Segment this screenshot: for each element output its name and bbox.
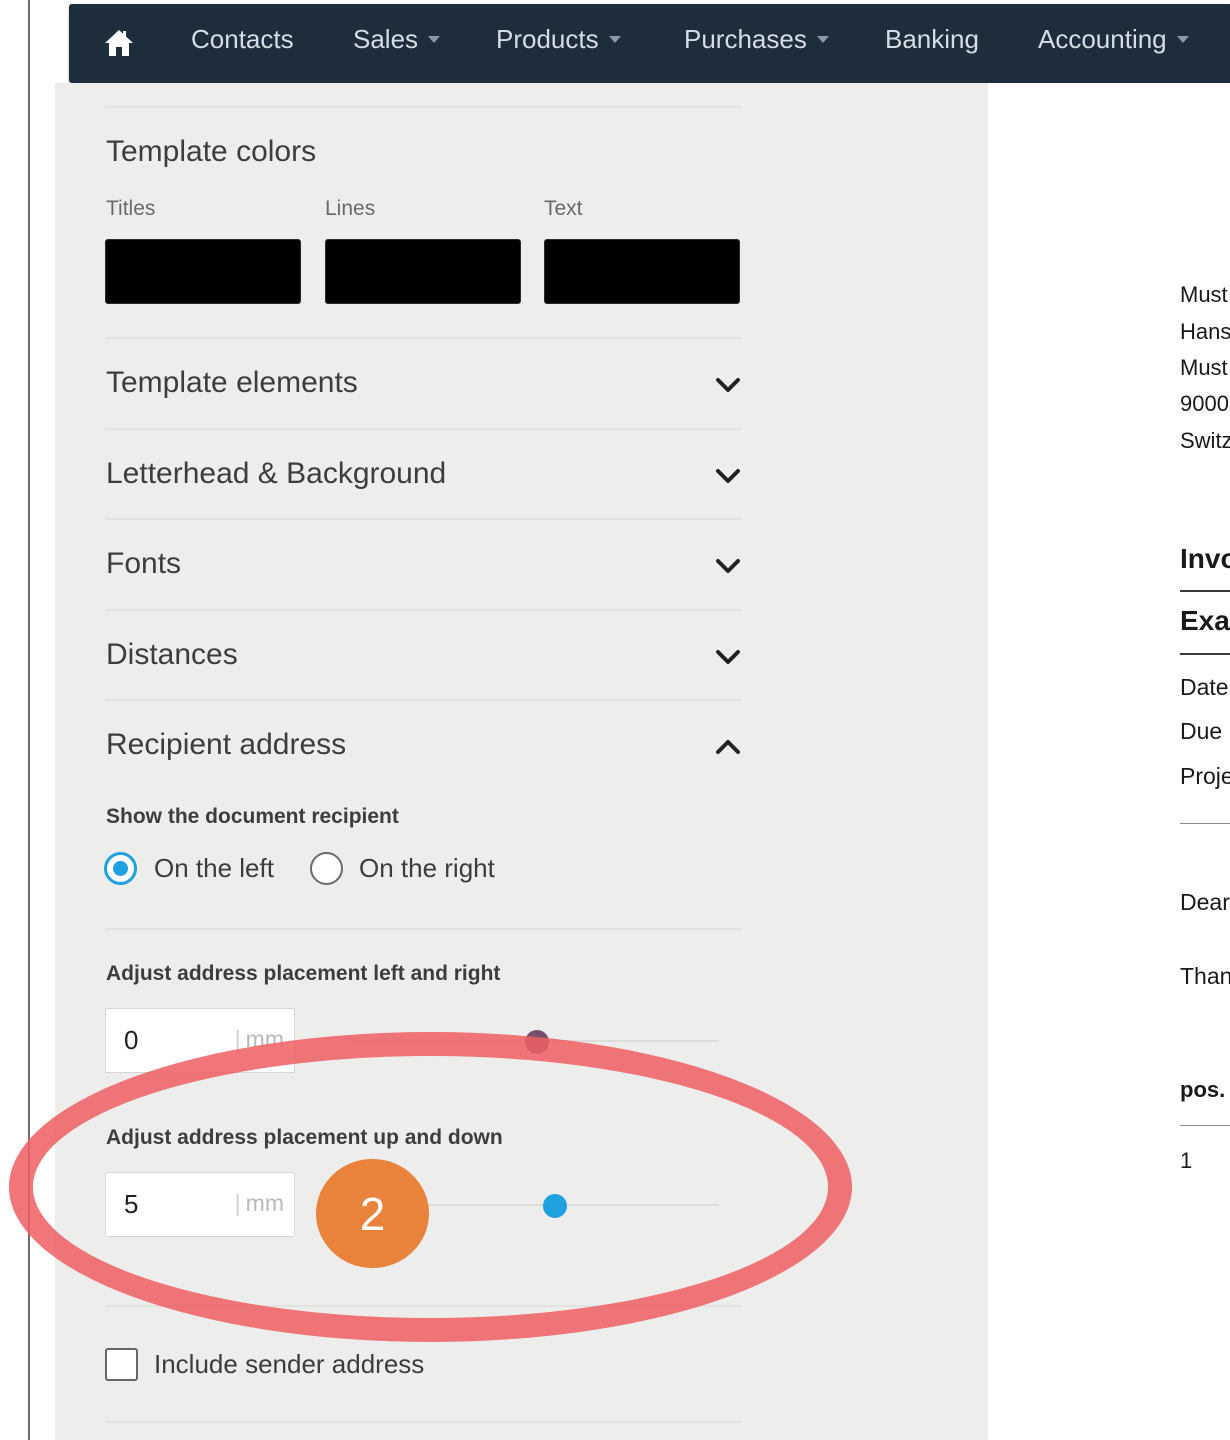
divider <box>105 106 741 108</box>
horizontal-placement-label: Adjust address placement left and right <box>106 962 501 985</box>
nav-contacts-label: Contacts <box>191 24 294 54</box>
nav-accounting[interactable]: Accounting <box>1038 0 1189 79</box>
horizontal-offset-value: 0 <box>124 1025 139 1055</box>
color-swatch-lines[interactable] <box>325 239 521 304</box>
caret-down-icon <box>816 36 829 43</box>
preview-rule <box>1180 1125 1230 1126</box>
vertical-slider-handle[interactable] <box>543 1194 568 1218</box>
divider <box>105 609 741 611</box>
radio-on-the-left-label[interactable]: On the left <box>154 853 274 884</box>
nav-products[interactable]: Products <box>496 0 621 79</box>
nav-banking-label: Banking <box>885 24 979 54</box>
nav-accounting-label: Accounting <box>1038 24 1167 54</box>
section-recipient-address[interactable]: Recipient address <box>106 728 346 762</box>
preview-address-line: Must <box>1180 282 1228 307</box>
horizontal-offset-input[interactable]: 0 mm <box>105 1008 295 1073</box>
chevron-down-icon[interactable] <box>714 467 742 485</box>
preview-address-line: Switz <box>1180 428 1230 453</box>
preview-rule <box>1180 653 1230 655</box>
divider <box>105 518 741 520</box>
caret-down-icon <box>608 36 621 43</box>
step-number-badge: 2 <box>316 1159 429 1268</box>
horizontal-offset-unit: mm <box>235 1026 284 1053</box>
radio-on-the-left[interactable] <box>104 852 137 885</box>
template-colors-title: Template colors <box>106 135 317 168</box>
nav-sales-label: Sales <box>353 24 419 54</box>
nav-products-label: Products <box>496 24 599 54</box>
section-letterhead-background[interactable]: Letterhead & Background <box>106 457 446 491</box>
horizontal-slider-handle[interactable] <box>525 1030 549 1054</box>
nav-purchases-label: Purchases <box>684 24 807 54</box>
preview-heading: Invo <box>1180 543 1230 574</box>
preview-field-label: Proje <box>1180 763 1230 789</box>
nav-sales[interactable]: Sales <box>353 0 441 79</box>
window-border <box>28 0 30 1440</box>
caret-down-icon <box>1176 36 1189 43</box>
preview-address-line: Must <box>1180 355 1228 380</box>
color-swatch-text[interactable] <box>544 239 740 304</box>
include-sender-label[interactable]: Include sender address <box>154 1349 424 1380</box>
nav-banking[interactable]: Banking <box>885 0 979 79</box>
radio-on-the-right-label[interactable]: On the right <box>359 853 495 884</box>
preview-pos-value: 1 <box>1180 1148 1193 1173</box>
divider <box>105 699 741 701</box>
radio-on-the-right[interactable] <box>310 852 343 885</box>
color-label-text: Text <box>544 197 583 220</box>
section-distances[interactable]: Distances <box>106 638 238 672</box>
preview-address-line: Hans <box>1180 319 1230 344</box>
home-icon[interactable] <box>104 28 134 58</box>
preview-rule <box>1180 823 1230 824</box>
divider <box>105 1305 741 1307</box>
chevron-down-icon[interactable] <box>714 376 742 394</box>
nav-purchases[interactable]: Purchases <box>684 0 829 79</box>
preview-subheading: Exa <box>1180 605 1230 636</box>
color-label-titles: Titles <box>106 197 156 220</box>
preview-greeting: Dear <box>1180 889 1230 915</box>
show-recipient-label: Show the document recipient <box>106 805 399 828</box>
divider <box>105 337 741 339</box>
chevron-down-icon[interactable] <box>714 648 742 666</box>
preview-field-label: Date <box>1180 674 1229 700</box>
vertical-offset-unit: mm <box>235 1190 284 1217</box>
section-template-elements[interactable]: Template elements <box>106 366 358 400</box>
caret-down-icon <box>428 36 441 43</box>
preview-address-line: 9000 <box>1180 391 1229 416</box>
chevron-down-icon[interactable] <box>714 557 742 575</box>
preview-thanks: Than <box>1180 963 1230 989</box>
preview-field-label: Due <box>1180 718 1223 744</box>
vertical-offset-value: 5 <box>124 1189 139 1219</box>
divider <box>105 928 741 930</box>
divider <box>105 428 741 430</box>
vertical-placement-label: Adjust address placement up and down <box>106 1126 503 1149</box>
color-label-lines: Lines <box>325 197 376 220</box>
vertical-offset-input[interactable]: 5 mm <box>105 1172 295 1237</box>
chevron-up-icon[interactable] <box>714 738 742 756</box>
color-swatch-titles[interactable] <box>105 239 301 304</box>
preview-pos-header: pos. <box>1180 1077 1226 1102</box>
section-fonts[interactable]: Fonts <box>106 547 181 581</box>
divider <box>105 1421 741 1423</box>
include-sender-checkbox[interactable] <box>105 1348 138 1381</box>
nav-contacts[interactable]: Contacts <box>191 0 294 79</box>
preview-rule <box>1180 590 1230 592</box>
